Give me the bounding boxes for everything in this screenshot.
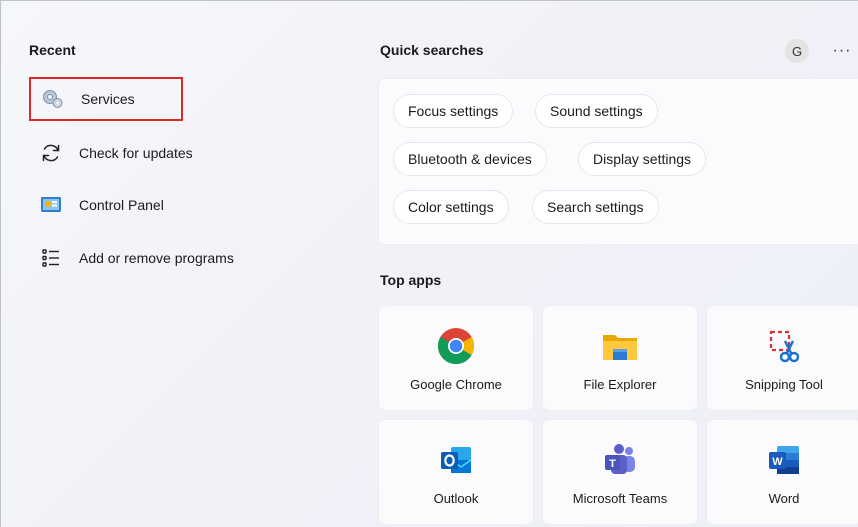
recent-item-label: Services [81, 91, 135, 107]
recent-item-label: Check for updates [79, 145, 193, 161]
quick-search-sound-settings[interactable]: Sound settings [535, 94, 658, 128]
services-gear-icon [41, 87, 65, 111]
quick-searches-heading: Quick searches [380, 42, 484, 58]
recent-heading: Recent [29, 42, 76, 58]
recent-item-services[interactable]: Services [29, 77, 183, 121]
top-apps-heading: Top apps [380, 272, 442, 288]
app-tile-microsoft-teams[interactable]: T Microsoft Teams [543, 420, 697, 524]
scissors-icon [764, 326, 804, 366]
app-tile-word[interactable]: W Word [707, 420, 858, 524]
folder-icon [600, 326, 640, 366]
recent-item-add-or-remove-programs[interactable]: Add or remove programs [29, 236, 349, 280]
programs-list-icon [39, 246, 63, 270]
app-label: Word [768, 491, 800, 506]
recent-item-control-panel[interactable]: Control Panel [29, 183, 349, 227]
svg-text:T: T [609, 458, 616, 470]
app-label: Snipping Tool [745, 377, 823, 392]
quick-search-color-settings[interactable]: Color settings [393, 190, 509, 224]
app-tile-snipping-tool[interactable]: Snipping Tool [707, 306, 858, 410]
recent-item-label: Control Panel [79, 197, 164, 213]
app-tile-google-chrome[interactable]: Google Chrome [379, 306, 533, 410]
more-options-button[interactable]: ··· [829, 38, 855, 64]
teams-icon: T [600, 440, 640, 480]
avatar[interactable]: G [785, 39, 809, 63]
quick-searches-panel: Focus settings Sound settings Bluetooth … [379, 79, 858, 244]
refresh-icon [39, 141, 63, 165]
svg-text:W: W [772, 456, 783, 468]
word-icon: W [764, 440, 804, 480]
recent-item-check-for-updates[interactable]: Check for updates [29, 131, 349, 175]
app-label: Outlook [433, 491, 479, 506]
chrome-icon [436, 326, 476, 366]
app-label: Google Chrome [410, 377, 502, 392]
quick-search-search-settings[interactable]: Search settings [532, 190, 659, 224]
app-tile-file-explorer[interactable]: File Explorer [543, 306, 697, 410]
outlook-icon [436, 440, 476, 480]
quick-search-display-settings[interactable]: Display settings [578, 142, 707, 176]
recent-item-label: Add or remove programs [79, 250, 234, 266]
quick-search-focus-settings[interactable]: Focus settings [393, 94, 514, 128]
quick-search-bluetooth-devices[interactable]: Bluetooth & devices [393, 142, 547, 176]
control-panel-icon [39, 193, 63, 217]
app-label: Microsoft Teams [572, 491, 668, 506]
app-label: File Explorer [583, 377, 657, 392]
app-tile-outlook[interactable]: Outlook [379, 420, 533, 524]
